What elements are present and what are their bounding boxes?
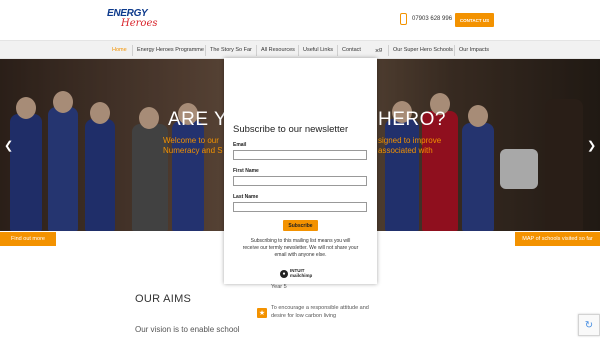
nav-item-contact[interactable]: Contact — [342, 47, 361, 53]
aim-text: To encourage a responsible attitude and … — [271, 305, 369, 319]
energy-heroes-logo[interactable]: ENERGY Heroes — [107, 8, 165, 32]
close-icon[interactable]: × — [372, 46, 382, 56]
phone-number[interactable]: 07903 628 996 — [412, 16, 452, 22]
site-header: ENERGY Heroes 07903 628 996 CONTACT US — [0, 0, 600, 40]
nav-divider — [298, 45, 299, 56]
chevron-right-icon[interactable]: ❯ — [587, 139, 596, 152]
hero-subtitle-right-2: associated with — [378, 146, 433, 155]
nav-item-programme[interactable]: Energy Heroes Programme — [137, 47, 204, 53]
map-schools-button[interactable]: MAP of schools visited so far — [515, 232, 600, 246]
logo-word-heroes: Heroes — [121, 18, 158, 29]
first-name-field[interactable] — [233, 176, 367, 186]
nav-divider — [454, 45, 455, 56]
nav-divider — [132, 45, 133, 56]
find-out-more-button[interactable]: Find out more — [0, 232, 56, 246]
mailchimp-icon: ● — [280, 269, 288, 278]
hero-title-left: ARE Y — [168, 109, 228, 130]
nav-item-resources[interactable]: All Resources — [261, 47, 295, 53]
nav-divider — [388, 45, 389, 56]
nav-item-impacts[interactable]: Our Impacts — [459, 47, 489, 53]
star-icon: ★ — [257, 308, 267, 318]
nav-divider — [205, 45, 206, 56]
subscribe-disclaimer: Subscribing to this mailing list means y… — [242, 238, 359, 258]
aim-text-partial: Year 5 — [271, 284, 287, 290]
contact-us-button[interactable]: CONTACT US — [455, 13, 494, 27]
nav-item-story[interactable]: The Story So Far — [210, 47, 252, 53]
last-name-label: Last Name — [233, 194, 259, 200]
first-name-label: First Name — [233, 168, 259, 174]
hero-subtitle-left-1: Welcome to our — [163, 136, 219, 145]
main-nav: Home Energy Heroes Programme The Story S… — [0, 40, 600, 59]
hero-subtitle-left-2: Numeracy and S — [163, 146, 223, 155]
mailchimp-text: INTUIT mailchimp — [290, 268, 313, 278]
last-name-field[interactable] — [233, 202, 367, 212]
nav-item-links[interactable]: Useful Links — [303, 47, 333, 53]
nav-item-home[interactable]: Home — [112, 47, 127, 53]
hero-title-right: HERO? — [378, 109, 446, 130]
modal-title: Subscribe to our newsletter — [233, 124, 349, 135]
recaptcha-badge[interactable]: ↻ — [578, 314, 600, 336]
subscribe-button[interactable]: Subscribe — [283, 220, 318, 231]
hero-subtitle-right-1: signed to improve — [378, 136, 442, 145]
chevron-left-icon[interactable]: ❮ — [4, 139, 13, 152]
newsletter-modal: × Subscribe to our newsletter Email Firs… — [224, 48, 379, 284]
mailchimp-badge[interactable]: ● INTUIT mailchimp — [280, 268, 320, 279]
mailchimp-line-2: mailchimp — [290, 272, 313, 278]
nav-divider — [256, 45, 257, 56]
recaptcha-icon: ↻ — [584, 319, 594, 331]
nav-divider — [337, 45, 338, 56]
nav-item-hero-schools[interactable]: Our Super Hero Schools — [393, 47, 453, 53]
phone-icon — [400, 13, 407, 25]
our-aims-heading: OUR AIMS — [135, 293, 192, 305]
email-field[interactable] — [233, 150, 367, 160]
vision-text: Our vision is to enable school — [135, 325, 240, 334]
email-label: Email — [233, 142, 247, 148]
